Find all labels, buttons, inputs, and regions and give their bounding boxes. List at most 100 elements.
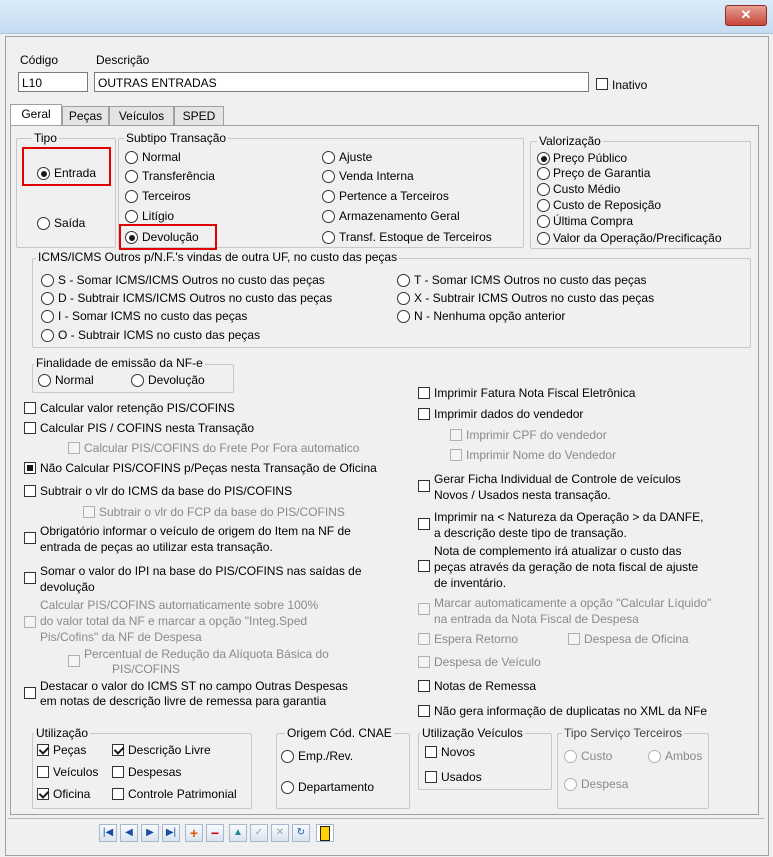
pecas-checkbox[interactable]: [37, 744, 49, 756]
tipo-title: Tipo: [32, 131, 59, 145]
icms-o-radio[interactable]: [41, 329, 54, 342]
custo-radio[interactable]: [564, 750, 577, 763]
retencao-label: Calcular valor retenção PIS/COFINS: [40, 401, 235, 415]
preco-garantia-radio[interactable]: [537, 167, 550, 180]
first-icon: |◀: [102, 827, 114, 838]
icms-x-radio[interactable]: [397, 292, 410, 305]
novos-checkbox[interactable]: [425, 746, 437, 758]
natureza-checkbox[interactable]: [418, 518, 430, 530]
litigio-radio[interactable]: [125, 210, 138, 223]
tab-sped[interactable]: SPED: [174, 106, 224, 125]
icms-d-radio[interactable]: [41, 292, 54, 305]
last-icon: ▶|: [165, 827, 177, 838]
last-record-button[interactable]: ▶|: [162, 824, 180, 842]
custo-reposicao-label: Custo de Reposição: [553, 198, 662, 212]
icms-st-checkbox[interactable]: [24, 687, 36, 699]
close-button[interactable]: ✕: [725, 5, 767, 26]
emp-rev-radio[interactable]: [281, 750, 294, 763]
nome-checkbox[interactable]: [450, 449, 462, 461]
icms-n-radio[interactable]: [397, 310, 410, 323]
veiculos-checkbox[interactable]: [37, 766, 49, 778]
obrigatorio-label-1: Obrigatório informar o veículo de origem…: [40, 524, 351, 538]
util-veiculos-title: Utilização Veículos: [420, 726, 525, 740]
liquido-checkbox[interactable]: [418, 603, 430, 615]
duplicatas-checkbox[interactable]: [418, 705, 430, 717]
icms-x-label: X - Subtrair ICMS Outros no custo das pe…: [414, 291, 655, 305]
despesa-radio[interactable]: [564, 778, 577, 791]
utilizacao-title: Utilização: [34, 726, 91, 740]
previous-record-button[interactable]: ◀: [120, 824, 138, 842]
calc-pis-checkbox[interactable]: [24, 422, 36, 434]
retencao-checkbox[interactable]: [24, 402, 36, 414]
oficina-label: Oficina: [53, 787, 91, 801]
obrigatorio-checkbox[interactable]: [24, 532, 36, 544]
subtrair-fcp-checkbox[interactable]: [83, 506, 95, 518]
delete-button[interactable]: −: [206, 824, 224, 842]
vendedor-checkbox[interactable]: [418, 408, 430, 420]
cpf-checkbox[interactable]: [450, 429, 462, 441]
tipo-servico-group: [557, 733, 709, 809]
finalidade-normal-radio[interactable]: [38, 374, 51, 387]
ajuste-radio[interactable]: [322, 151, 335, 164]
transferencia-radio[interactable]: [125, 170, 138, 183]
inativo-label: Inativo: [612, 78, 648, 92]
frete-checkbox[interactable]: [68, 442, 80, 454]
custo-medio-radio[interactable]: [537, 183, 550, 196]
exit-button[interactable]: [316, 824, 334, 842]
controle-patrimonial-label: Controle Patrimonial: [128, 787, 237, 801]
nao-calc-checkbox[interactable]: [24, 462, 36, 474]
finalidade-devolucao-radio[interactable]: [131, 374, 144, 387]
confirm-button[interactable]: ✓: [250, 824, 268, 842]
percentual-checkbox[interactable]: [68, 655, 80, 667]
finalidade-title: Finalidade de emissão da NF-e: [34, 356, 205, 370]
remessa-checkbox[interactable]: [418, 680, 430, 692]
cpf-label: Imprimir CPF do vendedor: [466, 428, 607, 442]
icms-i-radio[interactable]: [41, 310, 54, 323]
tab-geral[interactable]: Geral: [10, 104, 62, 125]
ficha-checkbox[interactable]: [418, 480, 430, 492]
despesas-checkbox[interactable]: [112, 766, 124, 778]
saida-radio[interactable]: [37, 217, 50, 230]
tab-veiculos[interactable]: Veículos: [109, 106, 174, 125]
subtrair-icms-checkbox[interactable]: [24, 485, 36, 497]
descricao-label: Descrição: [96, 53, 150, 67]
armazenamento-radio[interactable]: [322, 210, 335, 223]
descricao-livre-checkbox[interactable]: [112, 744, 124, 756]
calc-pis-label: Calcular PIS / COFINS nesta Transação: [40, 421, 255, 435]
inativo-checkbox[interactable]: [596, 78, 608, 90]
cancel-button[interactable]: ✕: [271, 824, 289, 842]
fatura-checkbox[interactable]: [418, 387, 430, 399]
ipi-checkbox[interactable]: [24, 572, 36, 584]
frete-label: Calcular PIS/COFINS do Frete Por Fora au…: [84, 441, 360, 455]
usados-checkbox[interactable]: [425, 771, 437, 783]
venda-interna-radio[interactable]: [322, 170, 335, 183]
normal-radio[interactable]: [125, 151, 138, 164]
terceiros-radio[interactable]: [125, 190, 138, 203]
transf-estoque-radio[interactable]: [322, 231, 335, 244]
oficina-checkbox[interactable]: [37, 788, 49, 800]
ultima-compra-radio[interactable]: [537, 215, 550, 228]
despesa-oficina-checkbox[interactable]: [568, 633, 580, 645]
next-record-button[interactable]: ▶: [141, 824, 159, 842]
auto-pis-checkbox[interactable]: [24, 616, 36, 628]
espera-retorno-checkbox[interactable]: [418, 633, 430, 645]
pertence-terceiros-radio[interactable]: [322, 190, 335, 203]
first-record-button[interactable]: |◀: [99, 824, 117, 842]
icms-s-radio[interactable]: [41, 274, 54, 287]
departamento-radio[interactable]: [281, 781, 294, 794]
edit-button[interactable]: ▲: [229, 824, 247, 842]
complemento-checkbox[interactable]: [418, 560, 430, 572]
refresh-button[interactable]: ↻: [292, 824, 310, 842]
tab-pecas[interactable]: Peças: [62, 106, 109, 125]
add-button[interactable]: +: [185, 824, 203, 842]
codigo-input[interactable]: L10: [18, 72, 88, 92]
valor-operacao-radio[interactable]: [537, 232, 550, 245]
icms-t-radio[interactable]: [397, 274, 410, 287]
subtrair-fcp-label: Subtrair o vlr do FCP da base do PIS/COF…: [99, 505, 345, 519]
preco-publico-radio[interactable]: [537, 152, 550, 165]
custo-reposicao-radio[interactable]: [537, 199, 550, 212]
controle-patrimonial-checkbox[interactable]: [112, 788, 124, 800]
descricao-input[interactable]: OUTRAS ENTRADAS: [94, 72, 589, 92]
ambos-radio[interactable]: [648, 750, 661, 763]
despesa-veiculo-checkbox[interactable]: [418, 656, 430, 668]
